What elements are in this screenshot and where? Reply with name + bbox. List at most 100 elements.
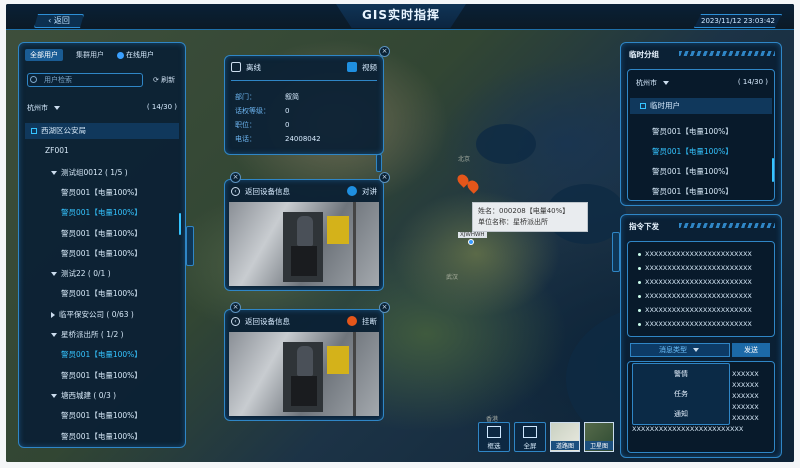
tree-group[interactable]: 塘西城建 ( 0/3 ) <box>51 390 116 401</box>
command-input-text: XXXXXXXXXXXXXXXXXXXXXXXXX <box>632 425 744 433</box>
info-row: 话权等级： 0 <box>235 107 290 115</box>
tab-cluster-users[interactable]: 集群用户 <box>71 49 109 61</box>
video-button[interactable]: 视频 <box>347 62 377 73</box>
online-users-toggle[interactable]: 在线用户 <box>117 50 154 60</box>
temp-group-member[interactable]: 警员001【电量100%】 <box>652 126 733 137</box>
tree-group[interactable]: 星桥派出所 ( 1/2 ) <box>51 329 124 340</box>
tree-item[interactable]: 警员001【电量100%】 <box>61 431 142 442</box>
tree-item[interactable]: 警员001【电量100%】 <box>61 187 142 198</box>
user-tabs: 全部用户 集群用户 在线用户 <box>25 48 154 62</box>
status-label: 离线 <box>246 62 261 72</box>
datetime-display: 2023/11/12 23:03:42 <box>694 14 782 28</box>
app-frame: 北京 上海 武汉 香港 ‹ 返回 GIS实时指挥 2023/11/12 23:0… <box>6 4 794 462</box>
bullet-icon <box>638 266 641 270</box>
command-input-text: XXXXXX <box>732 414 759 422</box>
chevron-down-icon <box>693 348 699 352</box>
user-search-input[interactable]: 用户检索 <box>27 73 143 87</box>
back-circle-icon[interactable]: ‹ <box>231 316 240 326</box>
bullet-icon <box>638 322 641 326</box>
user-tree-panel: 全部用户 集群用户 在线用户 用户检索 ⟳ 刷新 杭州市 ( 14/30 ) 西… <box>18 42 186 448</box>
tree-item[interactable]: 警员001【电量100%】 <box>61 207 142 218</box>
temp-group-panel: 临时分组 杭州市 ( 14/30 ) 临时用户 警员001【电量100%】 警员0… <box>620 42 782 206</box>
message-type-select[interactable]: 消息类型 <box>630 343 730 357</box>
command-log-line: XXXXXXXXXXXXXXXXXXXXXXXX <box>638 306 752 314</box>
marker-label: XJWHWH <box>458 232 487 238</box>
message-type-menu: 警情 任务 通知 <box>632 363 730 425</box>
satellite-map-button[interactable]: 卫星图 <box>584 422 614 452</box>
tree-group[interactable]: 测试组0012 ( 1/5 ) <box>51 167 128 178</box>
marker-popup: 姓名：000208【电量40%】 单位名称：星桥派出所 <box>472 202 588 232</box>
chevron-down-icon <box>51 393 57 398</box>
tree-node-header[interactable]: 西湖区公安局 <box>25 123 179 139</box>
command-input-text: XXXXXX <box>732 381 759 389</box>
close-icon[interactable]: × <box>379 172 390 183</box>
intercom-button[interactable]: 对讲 <box>347 186 377 197</box>
collapse-right-handle[interactable] <box>612 232 620 272</box>
command-log-line: XXXXXXXXXXXXXXXXXXXXXXXX <box>638 278 752 286</box>
collapse-icon <box>640 103 646 109</box>
back-circle-icon[interactable]: ‹ <box>231 186 240 196</box>
chevron-down-icon <box>54 106 60 110</box>
city-select[interactable]: 杭州市 <box>636 78 669 88</box>
tree-item[interactable]: 警员001【电量100%】 <box>61 370 142 381</box>
card-handle[interactable] <box>376 154 382 172</box>
checkbox-icon <box>117 51 124 59</box>
tree-item[interactable]: 警员001【电量100%】 <box>61 288 142 299</box>
bullet-icon <box>638 252 641 256</box>
bullet-icon <box>638 294 641 298</box>
close-icon[interactable]: × <box>379 302 390 313</box>
tab-all-users[interactable]: 全部用户 <box>25 49 63 61</box>
temp-group-member[interactable]: 警员001【电量100%】 <box>652 186 733 197</box>
tree-item[interactable]: 警员001【电量100%】 <box>61 248 142 259</box>
close-icon[interactable]: × <box>379 46 390 57</box>
video-card-intercom: ‹ 返回设备信息 对讲 <box>224 179 384 291</box>
select-box-icon <box>487 426 501 438</box>
info-row: 职位： 0 <box>235 121 290 129</box>
select-tool-button[interactable]: 框选 <box>478 422 510 452</box>
close-icon[interactable]: × <box>230 302 241 313</box>
close-icon[interactable]: × <box>230 172 241 183</box>
menu-item-task[interactable]: 任务 <box>633 384 729 404</box>
command-log: XXXXXXXXXXXXXXXXXXXXXXXX XXXXXXXXXXXXXXXX… <box>627 241 775 337</box>
command-log-line: XXXXXXXXXXXXXXXXXXXXXXXX <box>638 264 752 272</box>
scrollbar[interactable] <box>179 213 181 235</box>
refresh-button[interactable]: ⟳ 刷新 <box>153 75 175 85</box>
menu-item-alert[interactable]: 警情 <box>633 364 729 384</box>
road-map-button[interactable]: 道路图 <box>550 422 580 452</box>
tree-item[interactable]: ZF001 <box>45 146 69 155</box>
tree-item[interactable]: 警员001【电量100%】 <box>61 228 142 239</box>
location-dot-icon[interactable] <box>468 239 474 245</box>
group-header[interactable]: 临时用户 <box>630 98 772 114</box>
temp-group-member[interactable]: 警员001【电量100%】 <box>652 166 733 177</box>
city-scope-row: 杭州市 ( 14/30 ) <box>27 103 177 117</box>
tree-item[interactable]: 警员001【电量100%】 <box>61 349 142 360</box>
info-card-header: 离线 视频 <box>231 60 377 74</box>
scrollbar[interactable] <box>772 158 774 182</box>
temp-group-list: 杭州市 ( 14/30 ) 临时用户 警员001【电量100%】 警员001【电量… <box>627 69 775 201</box>
back-button[interactable]: ‹ 返回 <box>34 14 84 28</box>
info-row: 部门： 叙简 <box>235 93 299 101</box>
online-count: ( 14/30 ) <box>146 103 177 111</box>
send-button[interactable]: 发送 <box>732 343 770 357</box>
city-select[interactable]: 杭州市 <box>27 103 60 117</box>
hangup-button[interactable]: 挂断 <box>347 316 377 327</box>
tree-group[interactable]: 临平保安公司 ( 0/63 ) <box>51 309 134 320</box>
video-card-hangup: ‹ 返回设备信息 挂断 <box>224 309 384 421</box>
temp-group-member[interactable]: 警员001【电量100%】 <box>652 146 733 157</box>
search-icon <box>30 76 37 83</box>
user-info-card: 离线 视频 部门： 叙简 话权等级： 0 职位： 0 电话： 24008042 <box>224 55 384 155</box>
chevron-right-icon <box>51 311 55 318</box>
device-icon <box>231 62 241 72</box>
tree-group[interactable]: 测试22 ( 0/1 ) <box>51 268 111 279</box>
fullscreen-button[interactable]: 全屏 <box>514 422 546 452</box>
chevron-down-icon <box>51 170 57 175</box>
tree-item[interactable]: 警员001【电量100%】 <box>61 410 142 421</box>
command-input-text: XXXXXX <box>732 370 759 378</box>
menu-item-notice[interactable]: 通知 <box>633 404 729 424</box>
refresh-icon: ⟳ <box>153 76 162 84</box>
chevron-down-icon <box>663 81 669 85</box>
collapse-left-handle[interactable] <box>186 226 194 266</box>
chevron-down-icon <box>51 272 57 277</box>
command-log-line: XXXXXXXXXXXXXXXXXXXXXXXX <box>638 320 752 328</box>
section-title: 指令下发 <box>629 222 659 231</box>
